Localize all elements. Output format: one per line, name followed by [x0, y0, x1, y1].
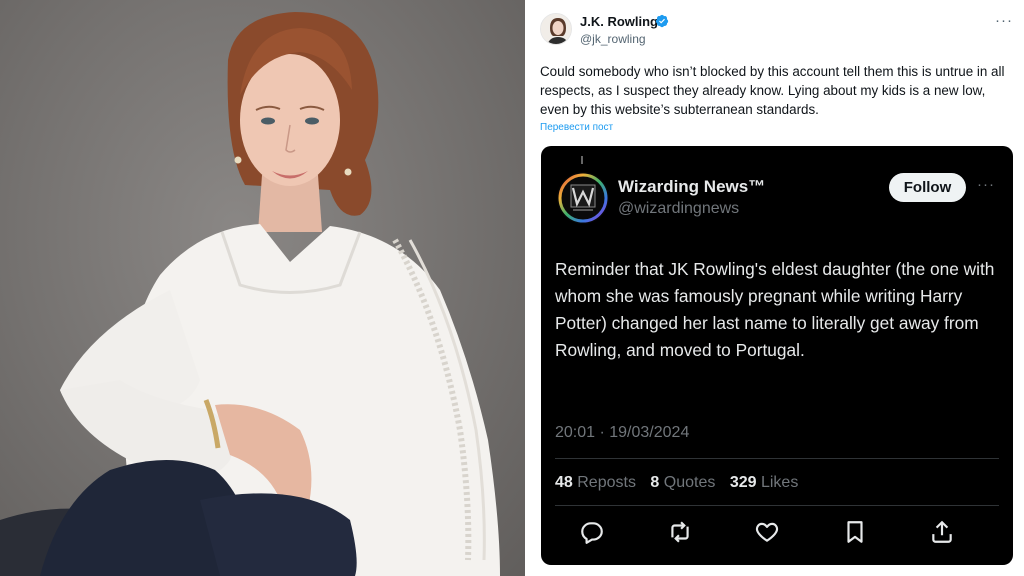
quoted-tweet-card[interactable]: Wizarding News™ @wizardingnews Follow ··… — [541, 146, 1013, 565]
like-icon[interactable] — [754, 519, 780, 545]
repost-icon[interactable] — [667, 519, 693, 545]
reposts-stat[interactable]: 48 Reposts — [555, 474, 636, 491]
avatar-image — [541, 14, 571, 44]
divider — [555, 505, 999, 506]
reposts-count: 48 — [555, 474, 573, 491]
follow-button[interactable]: Follow — [889, 173, 966, 202]
quotes-label: Quotes — [663, 474, 716, 491]
translate-link[interactable]: Перевести пост — [540, 122, 613, 133]
bookmark-icon[interactable] — [842, 519, 868, 545]
tweet-text: Could somebody who isn’t blocked by this… — [540, 64, 1005, 117]
verified-badge-icon — [655, 14, 669, 28]
quoted-tweet-text: Reminder that JK Rowling's eldest daught… — [555, 259, 995, 360]
author-handle[interactable]: @jk_rowling — [580, 32, 646, 46]
quoted-more-options-icon[interactable]: ··· — [977, 176, 995, 193]
quoted-timestamp[interactable]: 20:01 · 19/03/2024 — [555, 424, 689, 442]
likes-count: 329 — [729, 474, 757, 491]
quotes-stat[interactable]: 8 Quotes — [650, 474, 715, 491]
tweet-panel: J.K. Rowling @jk_rowling ··· Could someb… — [529, 0, 1024, 576]
engagement-stats: 48 Reposts 8 Quotes 329 Likes — [555, 474, 808, 492]
likes-stat[interactable]: 329 Likes — [730, 474, 799, 491]
share-icon[interactable] — [929, 519, 955, 545]
reposts-label: Reposts — [577, 474, 636, 491]
quoted-avatar[interactable] — [557, 172, 609, 224]
quoted-author-handle[interactable]: @wizardingnews — [618, 200, 739, 218]
action-bar — [559, 519, 999, 547]
author-name[interactable]: J.K. Rowling — [580, 14, 658, 29]
wizarding-news-logo — [558, 173, 608, 223]
author-avatar[interactable] — [540, 13, 572, 45]
divider — [555, 458, 999, 459]
portrait-illustration — [0, 12, 501, 576]
quotes-count: 8 — [650, 474, 660, 491]
quoted-author-name[interactable]: Wizarding News™ — [618, 177, 765, 197]
portrait-photo — [0, 0, 525, 576]
thread-line — [581, 156, 583, 164]
reply-icon[interactable] — [579, 519, 605, 545]
likes-label: Likes — [760, 474, 799, 491]
more-options-icon[interactable]: ··· — [995, 12, 1013, 29]
